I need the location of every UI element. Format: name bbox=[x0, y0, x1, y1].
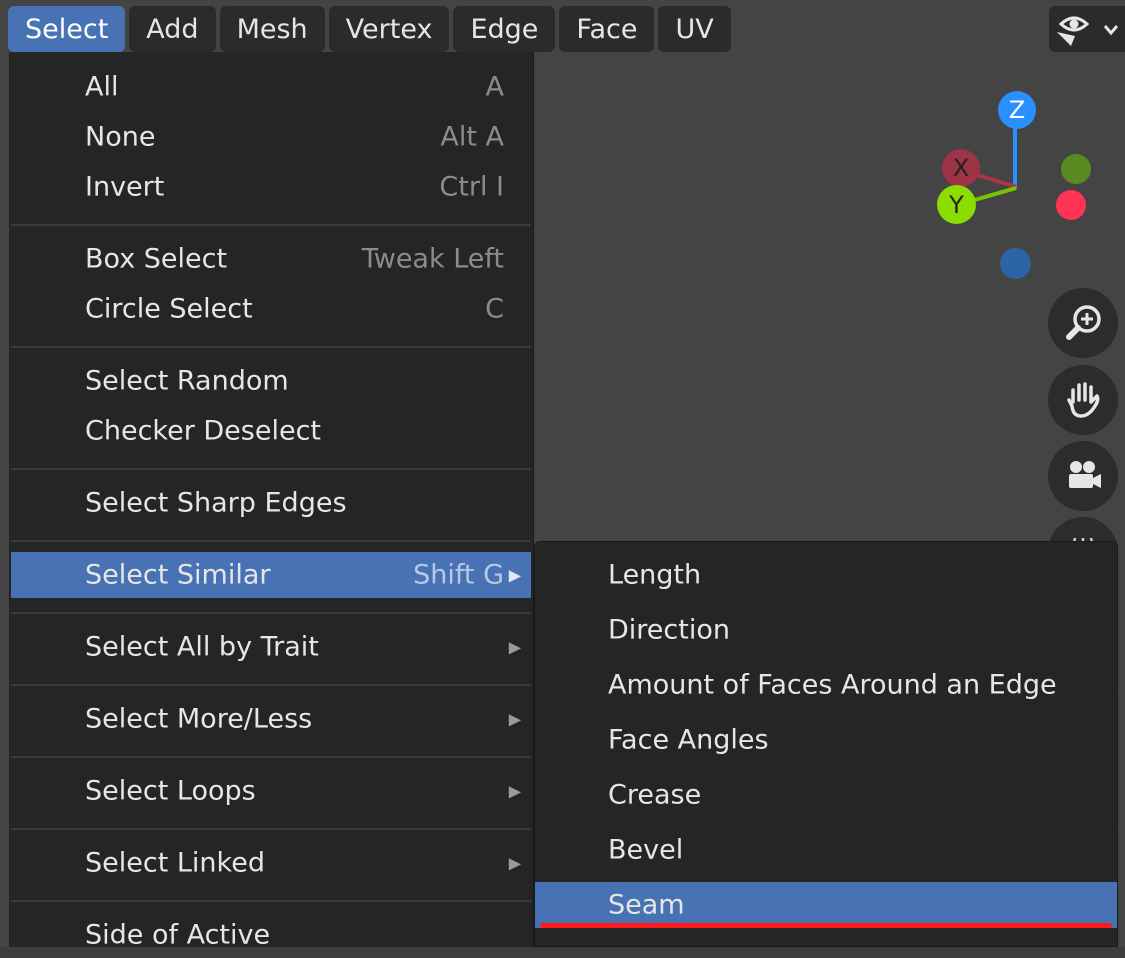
menu-separator bbox=[11, 900, 531, 902]
menu-item-label: Select Random bbox=[85, 365, 289, 397]
menu-item-label: Checker Deselect bbox=[85, 415, 322, 447]
neg-x-axis-ball[interactable] bbox=[1056, 190, 1086, 220]
select-dropdown-menu: All A None Alt A Invert Ctrl I Box Selec… bbox=[9, 52, 534, 951]
view-object-types-button[interactable] bbox=[1049, 6, 1125, 52]
menu-item-select-all-by-trait[interactable]: Select All by Trait ▶ bbox=[11, 624, 531, 670]
submenu-item-label: Crease bbox=[608, 779, 702, 811]
annotation-underline bbox=[540, 923, 1112, 928]
menu-mesh[interactable]: Mesh bbox=[219, 6, 325, 52]
menu-item-label: Select More/Less bbox=[85, 703, 313, 735]
menu-separator bbox=[11, 684, 531, 686]
menu-item-label: Select Sharp Edges bbox=[85, 487, 347, 519]
menu-face[interactable]: Face bbox=[559, 6, 655, 52]
menu-uv[interactable]: UV bbox=[658, 6, 731, 52]
menu-item-select-sharp-edges[interactable]: Select Sharp Edges bbox=[11, 480, 531, 526]
zoom-icon bbox=[1066, 305, 1101, 340]
menu-item-label: None bbox=[85, 121, 156, 153]
menu-item-select-linked[interactable]: Select Linked ▶ bbox=[11, 840, 531, 886]
menu-item-circle-select[interactable]: Circle Select C bbox=[11, 286, 531, 332]
z-axis-ball[interactable]: Z bbox=[998, 91, 1036, 129]
submenu-arrow-icon: ▶ bbox=[508, 853, 521, 873]
menu-item-select-more-less[interactable]: Select More/Less ▶ bbox=[11, 696, 531, 742]
submenu-arrow-icon: ▶ bbox=[508, 565, 521, 585]
pan-button[interactable] bbox=[1048, 365, 1118, 435]
menu-separator bbox=[11, 828, 531, 830]
select-similar-submenu: Length Direction Amount of Faces Around … bbox=[534, 541, 1118, 947]
menu-separator bbox=[11, 612, 531, 614]
menu-separator bbox=[11, 468, 531, 470]
camera-icon bbox=[1069, 461, 1101, 488]
submenu-item-label: Length bbox=[608, 559, 702, 591]
menu-item-none[interactable]: None Alt A bbox=[11, 114, 531, 160]
menu-item-label: Select Similar bbox=[85, 559, 271, 591]
menu-item-checker-deselect[interactable]: Checker Deselect bbox=[11, 408, 531, 454]
menu-item-label: Select Linked bbox=[85, 847, 265, 879]
eye-icon bbox=[1057, 16, 1119, 46]
menu-item-label: Invert bbox=[85, 171, 165, 203]
submenu-item-face-angles[interactable]: Face Angles bbox=[535, 717, 1117, 763]
submenu-item-crease[interactable]: Crease bbox=[535, 772, 1117, 818]
header-menubar: Select Add Mesh Vertex Edge Face UV bbox=[8, 6, 731, 52]
x-label: X bbox=[952, 154, 970, 182]
y-label: Y bbox=[949, 190, 964, 219]
submenu-item-seam[interactable]: Seam bbox=[535, 882, 1117, 928]
shortcut-label: Tweak Left bbox=[361, 243, 504, 275]
shortcut-label: A bbox=[485, 71, 504, 103]
menu-item-all[interactable]: All A bbox=[11, 64, 531, 110]
menu-item-select-loops[interactable]: Select Loops ▶ bbox=[11, 768, 531, 814]
submenu-item-label: Face Angles bbox=[608, 724, 769, 756]
menu-item-select-similar[interactable]: Select Similar Shift G ▶ bbox=[11, 552, 531, 598]
submenu-item-label: Direction bbox=[608, 614, 730, 646]
menu-separator bbox=[11, 346, 531, 348]
submenu-arrow-icon: ▶ bbox=[508, 781, 521, 801]
menu-separator bbox=[11, 756, 531, 758]
menu-edge[interactable]: Edge bbox=[453, 6, 556, 52]
camera-view-button[interactable] bbox=[1048, 441, 1118, 511]
submenu-arrow-icon: ▶ bbox=[508, 709, 521, 729]
menu-item-label: Circle Select bbox=[85, 293, 253, 325]
menu-select[interactable]: Select bbox=[8, 6, 126, 52]
shortcut-label: Alt A bbox=[440, 121, 504, 153]
x-axis-ball[interactable]: X bbox=[942, 149, 980, 187]
menu-add[interactable]: Add bbox=[129, 6, 216, 52]
menu-item-side-of-active[interactable]: Side of Active bbox=[11, 912, 531, 958]
hand-pan-icon bbox=[1067, 382, 1100, 418]
menu-item-label: Box Select bbox=[85, 243, 228, 275]
neg-z-axis-ball[interactable] bbox=[1000, 248, 1031, 279]
menu-item-select-random[interactable]: Select Random bbox=[11, 358, 531, 404]
submenu-arrow-icon: ▶ bbox=[508, 637, 521, 657]
shortcut-label: Ctrl I bbox=[439, 171, 504, 203]
z-label: Z bbox=[1008, 96, 1026, 124]
submenu-item-direction[interactable]: Direction bbox=[535, 607, 1117, 653]
menu-item-label: Select All by Trait bbox=[85, 631, 319, 663]
shortcut-label: Shift G bbox=[413, 559, 504, 591]
menu-item-invert[interactable]: Invert Ctrl I bbox=[11, 164, 531, 210]
menu-separator bbox=[11, 224, 531, 226]
menu-item-box-select[interactable]: Box Select Tweak Left bbox=[11, 236, 531, 282]
submenu-item-bevel[interactable]: Bevel bbox=[535, 827, 1117, 873]
neg-y-axis-ball[interactable] bbox=[1061, 154, 1091, 184]
submenu-item-length[interactable]: Length bbox=[535, 552, 1117, 598]
shortcut-label: C bbox=[485, 293, 504, 325]
menu-vertex[interactable]: Vertex bbox=[328, 6, 450, 52]
menu-item-label: Side of Active bbox=[85, 919, 271, 951]
y-axis-ball[interactable]: Y bbox=[937, 185, 976, 224]
submenu-item-label: Seam bbox=[608, 889, 685, 921]
submenu-item-label: Amount of Faces Around an Edge bbox=[608, 669, 1057, 701]
menu-item-label: Select Loops bbox=[85, 775, 256, 807]
submenu-item-amount-of-faces[interactable]: Amount of Faces Around an Edge bbox=[535, 662, 1117, 708]
zoom-button[interactable] bbox=[1048, 288, 1118, 358]
menu-separator bbox=[11, 540, 531, 542]
menu-item-label: All bbox=[85, 71, 119, 103]
submenu-item-label: Bevel bbox=[608, 834, 684, 866]
